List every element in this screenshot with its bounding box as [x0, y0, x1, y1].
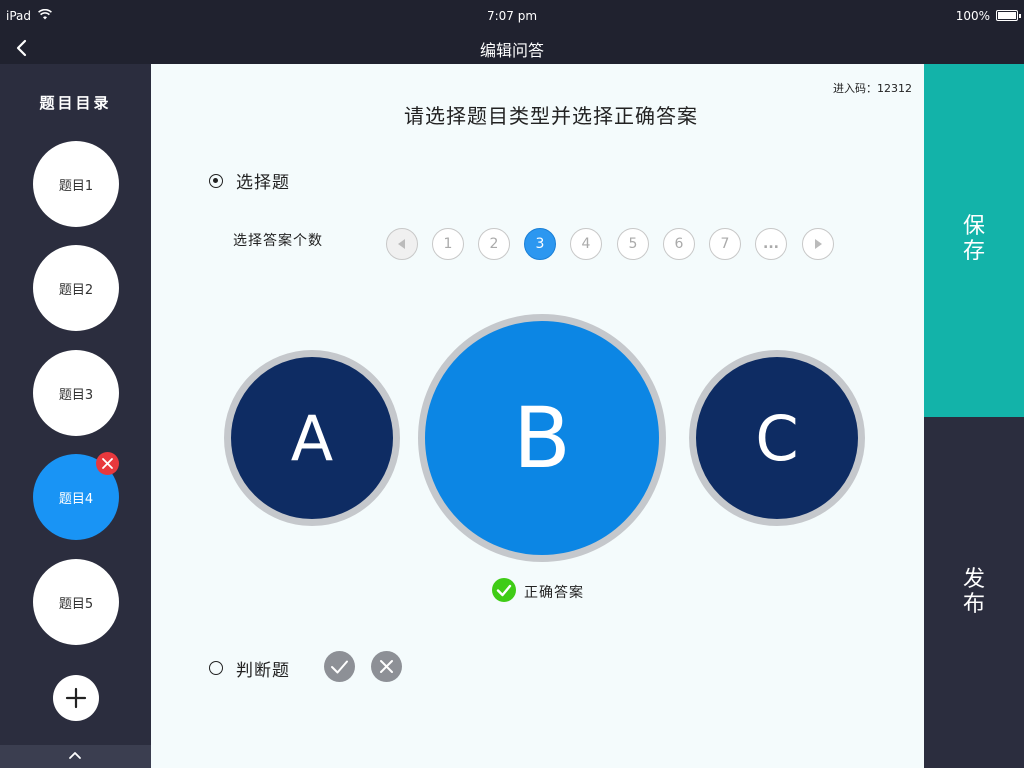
sidebar-collapse-bar[interactable]	[0, 745, 151, 768]
truefalse-type-radio[interactable]	[209, 661, 223, 675]
delete-question-button[interactable]	[96, 452, 119, 475]
publish-label-char-1: 发	[962, 567, 985, 592]
clock: 7:07 pm	[486, 9, 538, 23]
nav-bar: 编辑问答	[0, 32, 1024, 64]
triangle-left-icon	[398, 239, 405, 249]
true-answer-button[interactable]	[324, 651, 355, 682]
triangle-right-icon	[815, 239, 822, 249]
option-b[interactable]: B	[418, 314, 666, 562]
save-label: 保 存	[924, 214, 1024, 264]
save-button[interactable]: 保 存	[924, 64, 1024, 417]
correct-answer-label: 正确答案	[524, 585, 584, 601]
truefalse-type-label: 判断题	[236, 661, 290, 681]
publish-label-char-2: 布	[962, 592, 985, 617]
pager-count-2[interactable]: 2	[478, 228, 510, 260]
save-label-char-2: 存	[962, 239, 985, 264]
add-question-button[interactable]	[53, 675, 99, 721]
question-item-2[interactable]: 题目2	[33, 245, 119, 331]
plus-icon	[65, 687, 87, 709]
check-icon	[331, 660, 348, 674]
option-a[interactable]: A	[224, 350, 400, 526]
battery-icon	[996, 10, 1021, 21]
publish-label: 发 布	[924, 567, 1024, 617]
status-bar: iPad 7:07 pm 100%	[0, 0, 1024, 32]
question-item-5[interactable]: 题目5	[33, 559, 119, 645]
access-code: 进入码：12312	[833, 82, 912, 95]
question-item-1[interactable]: 题目1	[33, 141, 119, 227]
save-label-char-1: 保	[962, 214, 985, 239]
pager-count-5[interactable]: 5	[617, 228, 649, 260]
pager-count-6[interactable]: 6	[663, 228, 695, 260]
pager-prev-button[interactable]	[386, 228, 418, 260]
pager-count-3[interactable]: 3	[524, 228, 556, 260]
pager-next-button[interactable]	[802, 228, 834, 260]
check-icon	[496, 584, 512, 597]
publish-button[interactable]: 发 布	[924, 417, 1024, 768]
option-c[interactable]: C	[689, 350, 865, 526]
close-icon	[380, 660, 393, 673]
chevron-up-icon	[69, 752, 81, 759]
page-title: 编辑问答	[479, 41, 544, 60]
battery-percent: 100%	[955, 9, 990, 23]
pager-count-1[interactable]: 1	[432, 228, 464, 260]
pager-count-4[interactable]: 4	[570, 228, 602, 260]
pager-count-7[interactable]: 7	[709, 228, 741, 260]
question-item-3[interactable]: 题目3	[33, 350, 119, 436]
answer-count-label: 选择答案个数	[233, 233, 323, 249]
false-answer-button[interactable]	[371, 651, 402, 682]
correct-answer-icon	[492, 578, 516, 602]
editor-panel: 进入码：12312 请选择题目类型并选择正确答案 选择题 选择答案个数 1 2 …	[151, 64, 924, 768]
instruction-title: 请选择题目类型并选择正确答案	[404, 104, 698, 128]
choice-type-label: 选择题	[236, 173, 290, 193]
close-icon	[102, 458, 113, 469]
sidebar-heading: 题目目录	[39, 94, 112, 112]
choice-type-radio[interactable]	[209, 174, 223, 188]
pager-more[interactable]: ...	[755, 228, 787, 260]
